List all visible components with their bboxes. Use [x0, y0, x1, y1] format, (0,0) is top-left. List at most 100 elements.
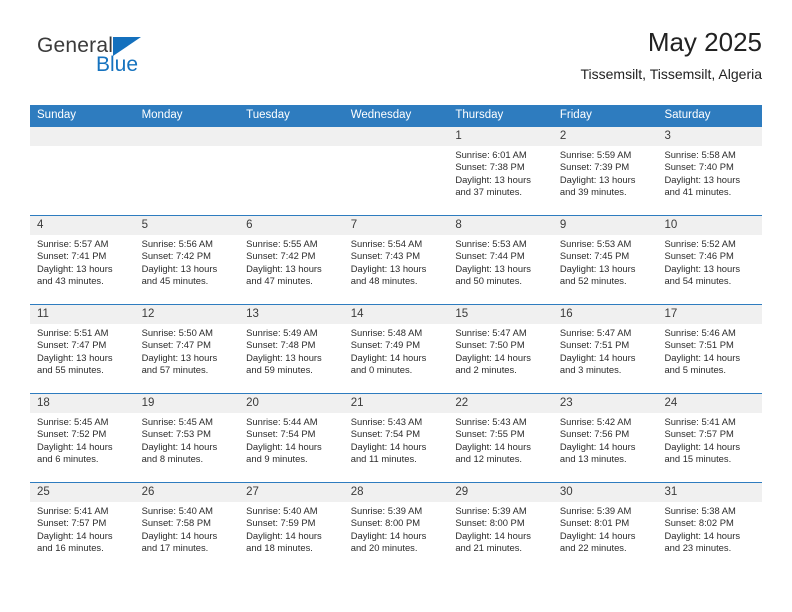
day-cell[interactable] — [30, 127, 135, 215]
day-cell[interactable]: 12 Sunrise: 5:50 AM Sunset: 7:47 PM Dayl… — [134, 305, 240, 393]
daylight-text-line2: and 2 minutes. — [455, 363, 517, 375]
day-details: Sunrise: 5:53 AM Sunset: 7:44 PM Dayligh… — [448, 235, 553, 287]
day-cell[interactable]: 2 Sunrise: 5:59 AM Sunset: 7:39 PM Dayli… — [552, 127, 658, 215]
day-cell[interactable]: 31 Sunrise: 5:38 AM Sunset: 8:02 PM Dayl… — [657, 483, 763, 571]
daylight-text-line2: and 20 minutes. — [350, 541, 418, 553]
weekday-header-wednesday: Wednesday — [350, 109, 412, 121]
week-row: 1 Sunrise: 6:01 AM Sunset: 7:38 PM Dayli… — [30, 126, 763, 215]
day-cell[interactable]: 5 Sunrise: 5:56 AM Sunset: 7:42 PM Dayli… — [134, 216, 240, 304]
sunrise-text: Sunrise: 5:59 AM — [559, 149, 632, 160]
sunset-text: Sunset: 7:46 PM — [664, 250, 734, 262]
day-cell[interactable]: 10 Sunrise: 5:52 AM Sunset: 7:46 PM Dayl… — [657, 216, 763, 304]
day-cell[interactable]: 9 Sunrise: 5:53 AM Sunset: 7:45 PM Dayli… — [552, 216, 658, 304]
day-details: Sunrise: 5:44 AM Sunset: 7:54 PM Dayligh… — [239, 413, 344, 465]
day-details: Sunrise: 5:43 AM Sunset: 7:54 PM Dayligh… — [344, 413, 449, 465]
daylight-text-line2: and 41 minutes. — [664, 185, 732, 197]
day-cell[interactable]: 27 Sunrise: 5:40 AM Sunset: 7:59 PM Dayl… — [239, 483, 344, 571]
daylight-text-line1: Daylight: 14 hours — [664, 440, 741, 452]
day-cell[interactable]: 30 Sunrise: 5:39 AM Sunset: 8:01 PM Dayl… — [552, 483, 658, 571]
sunset-text: Sunset: 7:56 PM — [559, 428, 630, 440]
day-cell[interactable]: 20 Sunrise: 5:44 AM Sunset: 7:54 PM Dayl… — [239, 394, 344, 482]
sunset-text: Sunset: 7:42 PM — [141, 250, 211, 262]
sunrise-text: Sunrise: 5:45 AM — [141, 416, 213, 427]
day-cell[interactable]: 23 Sunrise: 5:42 AM Sunset: 7:56 PM Dayl… — [552, 394, 658, 482]
sunset-text: Sunset: 8:02 PM — [664, 517, 734, 529]
sunset-text: Sunset: 7:53 PM — [141, 428, 211, 440]
day-number: 17 — [657, 305, 763, 324]
day-cell[interactable]: 6 Sunrise: 5:55 AM Sunset: 7:42 PM Dayli… — [239, 216, 344, 304]
sunset-text: Sunset: 7:47 PM — [37, 339, 107, 351]
day-cell[interactable] — [239, 127, 344, 215]
day-cell[interactable]: 16 Sunrise: 5:47 AM Sunset: 7:51 PM Dayl… — [552, 305, 658, 393]
general-blue-logo[interactable]: General Blue — [37, 34, 177, 84]
day-cell[interactable]: 4 Sunrise: 5:57 AM Sunset: 7:41 PM Dayli… — [30, 216, 135, 304]
sunrise-text: Sunrise: 5:47 AM — [559, 327, 632, 338]
sunset-text: Sunset: 7:40 PM — [664, 161, 734, 173]
day-cell[interactable]: 19 Sunrise: 5:45 AM Sunset: 7:53 PM Dayl… — [134, 394, 240, 482]
day-details: Sunrise: 5:45 AM Sunset: 7:53 PM Dayligh… — [135, 413, 240, 465]
day-details: Sunrise: 5:39 AM Sunset: 8:01 PM Dayligh… — [553, 502, 658, 554]
day-cell[interactable]: 24 Sunrise: 5:41 AM Sunset: 7:57 PM Dayl… — [657, 394, 763, 482]
day-cell[interactable] — [134, 127, 240, 215]
daylight-text-line1: Daylight: 13 hours — [455, 262, 531, 274]
day-cell[interactable]: 13 Sunrise: 5:49 AM Sunset: 7:48 PM Dayl… — [239, 305, 344, 393]
day-number: 1 — [448, 127, 553, 146]
daylight-text-line1: Daylight: 13 hours — [246, 351, 322, 363]
daylight-text-line2: and 6 minutes. — [37, 452, 99, 464]
weekday-header-thursday: Thursday — [455, 109, 504, 121]
day-details: Sunrise: 5:39 AM Sunset: 8:00 PM Dayligh… — [344, 502, 449, 554]
sunset-text: Sunset: 7:42 PM — [246, 250, 316, 262]
day-cell[interactable]: 14 Sunrise: 5:48 AM Sunset: 7:49 PM Dayl… — [343, 305, 449, 393]
day-cell[interactable]: 8 Sunrise: 5:53 AM Sunset: 7:44 PM Dayli… — [448, 216, 553, 304]
sunset-text: Sunset: 7:51 PM — [559, 339, 630, 351]
daylight-text-line1: Daylight: 14 hours — [141, 529, 218, 541]
daylight-text-line2: and 21 minutes. — [455, 541, 523, 553]
day-cell[interactable]: 15 Sunrise: 5:47 AM Sunset: 7:50 PM Dayl… — [448, 305, 553, 393]
day-cell[interactable]: 25 Sunrise: 5:41 AM Sunset: 7:57 PM Dayl… — [30, 483, 135, 571]
day-number: 22 — [448, 394, 553, 413]
daylight-text-line1: Daylight: 14 hours — [37, 440, 113, 452]
daylight-text-line2: and 17 minutes. — [141, 541, 209, 553]
day-cell[interactable]: 3 Sunrise: 5:58 AM Sunset: 7:40 PM Dayli… — [657, 127, 763, 215]
weekday-header-friday: Friday — [559, 109, 592, 121]
day-cell[interactable]: 29 Sunrise: 5:39 AM Sunset: 8:00 PM Dayl… — [448, 483, 553, 571]
day-cell[interactable]: 11 Sunrise: 5:51 AM Sunset: 7:47 PM Dayl… — [30, 305, 135, 393]
day-details: Sunrise: 5:56 AM Sunset: 7:42 PM Dayligh… — [135, 235, 240, 287]
daylight-text-line2: and 13 minutes. — [559, 452, 627, 464]
sunrise-text: Sunrise: 5:45 AM — [37, 416, 109, 427]
sunset-text: Sunset: 7:52 PM — [37, 428, 107, 440]
daylight-text-line2: and 37 minutes. — [455, 185, 523, 197]
day-details: Sunrise: 5:47 AM Sunset: 7:51 PM Dayligh… — [553, 324, 658, 376]
day-cell[interactable]: 1 Sunrise: 6:01 AM Sunset: 7:38 PM Dayli… — [448, 127, 553, 215]
day-cell[interactable]: 17 Sunrise: 5:46 AM Sunset: 7:51 PM Dayl… — [657, 305, 763, 393]
day-cell[interactable]: 28 Sunrise: 5:39 AM Sunset: 8:00 PM Dayl… — [343, 483, 449, 571]
title-block: May 2025 Tissemsilt, Tissemsilt, Algeria — [580, 26, 762, 84]
week-row: 4 Sunrise: 5:57 AM Sunset: 7:41 PM Dayli… — [30, 215, 763, 304]
daylight-text-line1: Daylight: 13 hours — [350, 262, 427, 274]
daylight-text-line1: Daylight: 14 hours — [559, 529, 636, 541]
day-cell[interactable]: 26 Sunrise: 5:40 AM Sunset: 7:58 PM Dayl… — [134, 483, 240, 571]
day-details: Sunrise: 5:54 AM Sunset: 7:43 PM Dayligh… — [344, 235, 449, 287]
day-details: Sunrise: 5:40 AM Sunset: 7:59 PM Dayligh… — [239, 502, 344, 554]
day-number — [343, 127, 449, 146]
page-title: May 2025 — [647, 27, 762, 57]
day-number: 29 — [448, 483, 553, 502]
daylight-text-line1: Daylight: 13 hours — [559, 262, 636, 274]
sunset-text: Sunset: 7:39 PM — [559, 161, 630, 173]
day-cell[interactable]: 18 Sunrise: 5:45 AM Sunset: 7:52 PM Dayl… — [30, 394, 135, 482]
sunrise-text: Sunrise: 5:38 AM — [664, 505, 736, 516]
day-cell[interactable]: 22 Sunrise: 5:43 AM Sunset: 7:55 PM Dayl… — [448, 394, 553, 482]
daylight-text-line1: Daylight: 14 hours — [455, 351, 531, 363]
daylight-text-line2: and 15 minutes. — [664, 452, 732, 464]
day-number: 30 — [552, 483, 658, 502]
day-cell[interactable]: 7 Sunrise: 5:54 AM Sunset: 7:43 PM Dayli… — [343, 216, 449, 304]
day-number: 23 — [552, 394, 658, 413]
sunrise-text: Sunrise: 5:46 AM — [664, 327, 736, 338]
day-number: 19 — [134, 394, 240, 413]
daylight-text-line1: Daylight: 13 hours — [246, 262, 322, 274]
day-cell[interactable]: 21 Sunrise: 5:43 AM Sunset: 7:54 PM Dayl… — [343, 394, 449, 482]
day-details: Sunrise: 5:47 AM Sunset: 7:50 PM Dayligh… — [448, 324, 553, 376]
day-number: 26 — [134, 483, 240, 502]
day-cell[interactable] — [343, 127, 449, 215]
day-details — [344, 146, 449, 149]
